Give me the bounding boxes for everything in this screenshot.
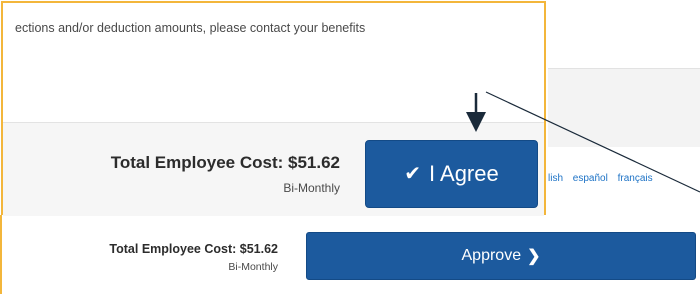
language-link-francais[interactable]: français <box>618 173 653 184</box>
check-icon: ✔ <box>404 163 422 185</box>
pay-frequency: Bi-Monthly <box>228 261 278 273</box>
chevron-right-icon: ❯ <box>527 248 541 265</box>
background-gray-band <box>548 68 700 147</box>
language-link-espanol[interactable]: español <box>573 173 608 184</box>
language-links: lish español français <box>548 173 700 191</box>
total-employee-cost: Total Employee Cost: $51.62 <box>109 242 278 256</box>
i-agree-label: I Agree <box>429 161 499 186</box>
callout-cost-summary: Total Employee Cost: $51.62 Bi-Monthly <box>111 153 340 195</box>
bottom-cost-summary: Total Employee Cost: $51.62 Bi-Monthly <box>20 242 278 273</box>
language-link-english[interactable]: lish <box>548 173 563 184</box>
approve-button[interactable]: Approve ❯ <box>306 232 696 280</box>
i-agree-button[interactable]: ✔ I Agree <box>365 140 538 208</box>
highlight-border-left <box>0 215 2 294</box>
pay-frequency: Bi-Monthly <box>283 181 340 195</box>
total-employee-cost: Total Employee Cost: $51.62 <box>110 153 340 172</box>
benefits-notice-text: ections and/or deduction amounts, please… <box>15 21 366 35</box>
zoom-callout: ections and/or deduction amounts, please… <box>1 1 546 216</box>
actual-footer-row: Total Employee Cost: $51.62 Bi-Monthly A… <box>12 228 700 288</box>
approve-label: Approve <box>461 247 522 264</box>
